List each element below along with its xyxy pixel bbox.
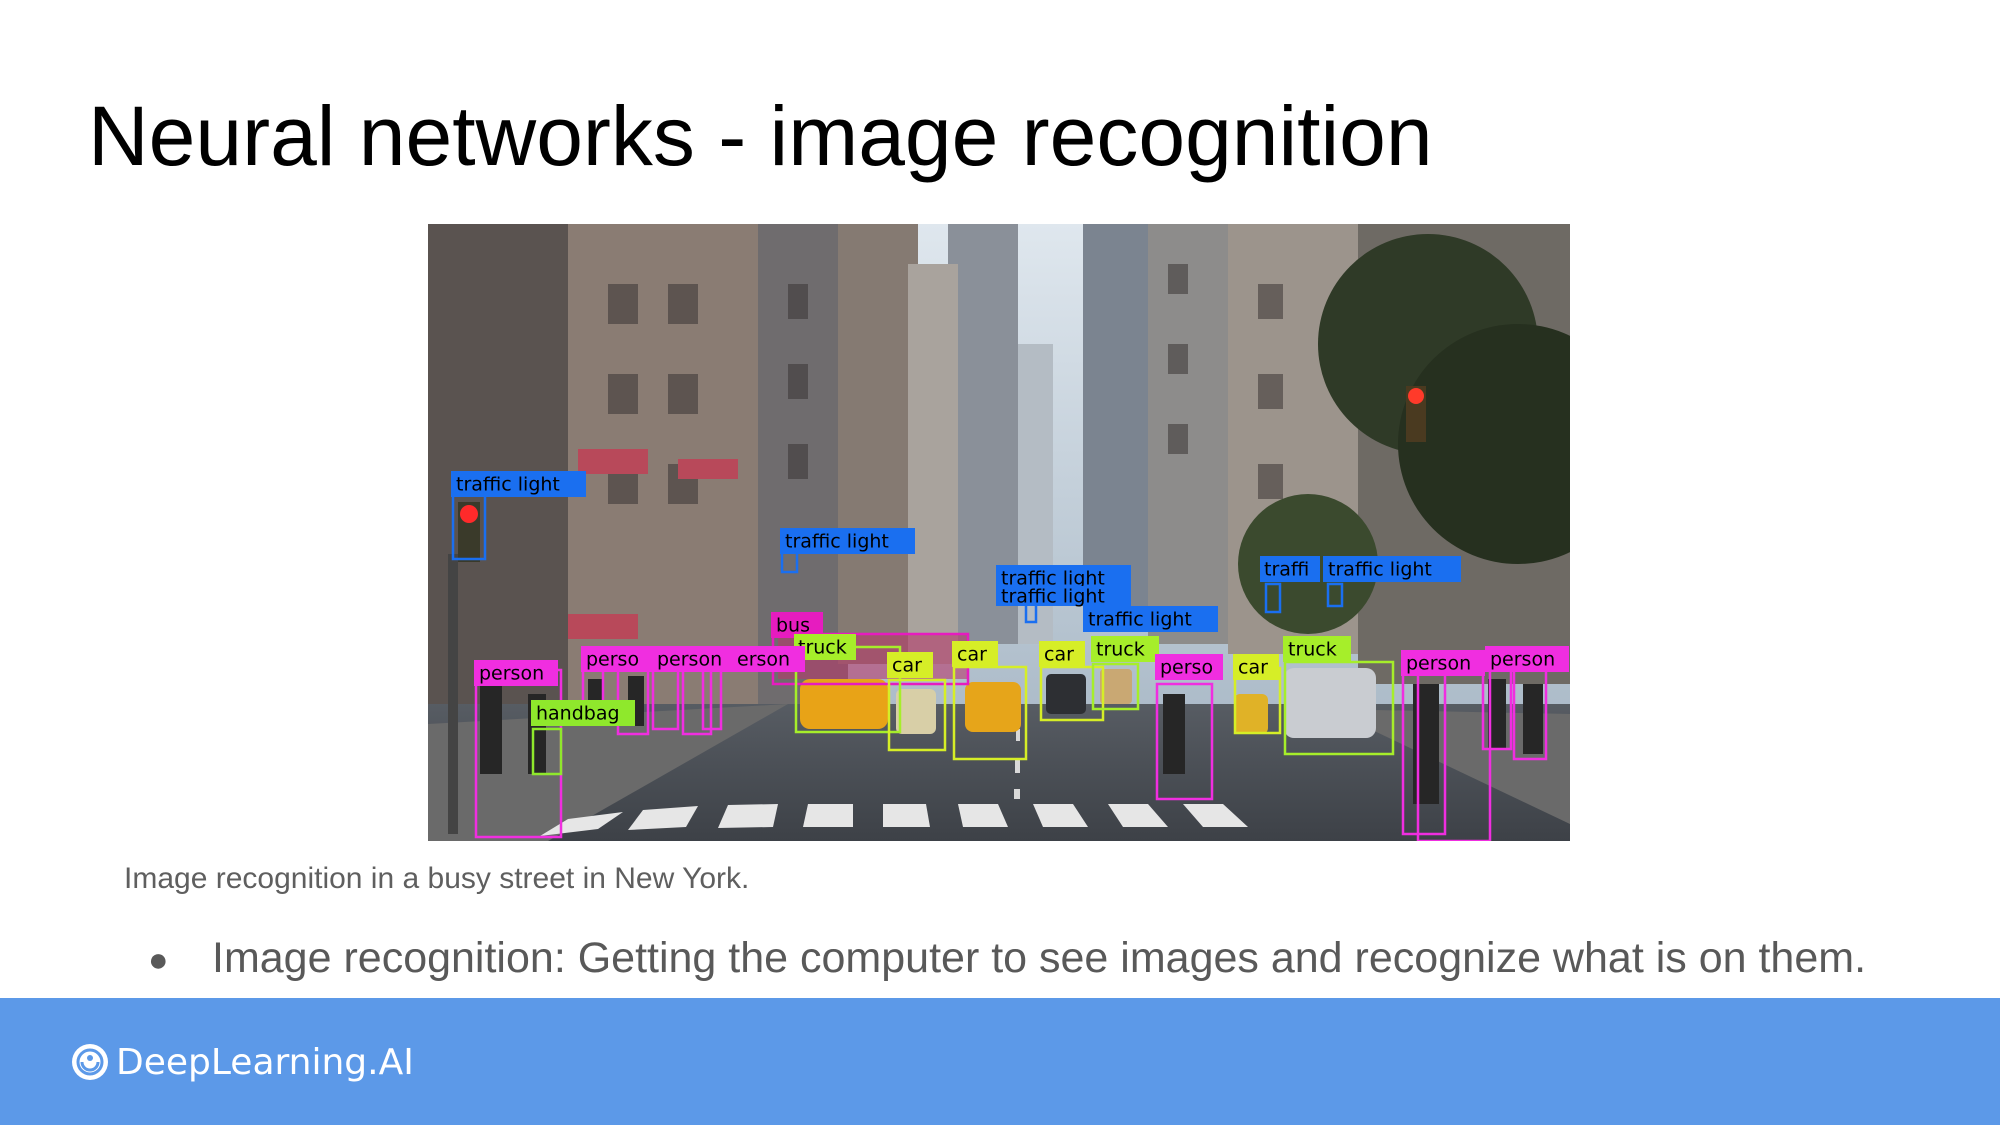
svg-text:truck: truck — [1096, 639, 1145, 661]
svg-text:traffic light: traffic light — [1001, 586, 1105, 608]
det-label-traffic-light-6: traffi — [1260, 556, 1320, 582]
brand-logo: DeepLearning.AI — [70, 1040, 414, 1084]
det-label-car-4: car — [1233, 654, 1279, 680]
svg-text:person: person — [657, 649, 722, 671]
svg-text:traffic light: traffic light — [1088, 609, 1192, 631]
svg-text:truck: truck — [798, 637, 847, 659]
det-label-traffic-light-7: traffic light — [1323, 556, 1461, 582]
svg-text:perso: perso — [586, 649, 639, 671]
bullet-dot-icon: ● — [148, 941, 169, 980]
det-label-traffic-light-2: traffic light — [780, 528, 915, 554]
svg-text:perso: perso — [1160, 657, 1213, 679]
svg-text:person: person — [479, 663, 544, 685]
det-label-car-3: car — [1039, 641, 1085, 667]
det-label-person-1: person — [474, 660, 558, 686]
det-label-person-3: person — [653, 646, 737, 672]
svg-text:car: car — [1044, 644, 1074, 666]
svg-text:truck: truck — [1288, 639, 1337, 661]
street-scene: traffic light traffic light traffic ligh… — [428, 224, 1570, 841]
slide-title: Neural networks - image recognition — [88, 89, 1433, 183]
svg-text:car: car — [957, 644, 987, 666]
svg-text:traffi: traffi — [1264, 559, 1309, 581]
svg-text:traffic light: traffic light — [785, 531, 889, 553]
svg-text:car: car — [892, 655, 922, 677]
det-label-person-5: perso — [1155, 654, 1223, 680]
det-label-truck-2: truck — [1091, 636, 1159, 662]
det-label-person-2: perso — [581, 646, 653, 672]
bullet-item: ● Image recognition: Getting the computer… — [148, 934, 1866, 983]
svg-text:handbag: handbag — [536, 703, 620, 725]
image-caption: Image recognition in a busy street in Ne… — [124, 862, 750, 895]
det-label-car-1: car — [887, 652, 933, 678]
det-label-person-6: person — [1401, 650, 1485, 676]
det-label-handbag: handbag — [531, 700, 635, 726]
deeplearning-logo-icon — [72, 1044, 108, 1080]
det-label-traffic-light-5: traffic light — [1083, 606, 1218, 632]
svg-text:traffic light: traffic light — [1328, 559, 1432, 581]
street-detection-photo: traffic light traffic light traffic ligh… — [428, 224, 1570, 841]
svg-text:bus: bus — [776, 615, 810, 637]
det-label-truck-3: truck — [1283, 636, 1351, 662]
footer-bar: DeepLearning.AI — [0, 998, 2000, 1125]
svg-text:car: car — [1238, 657, 1268, 679]
det-label-person-4: erson — [733, 646, 805, 672]
svg-text:person: person — [1406, 653, 1471, 675]
det-label-traffic-light-1: traffic light — [451, 471, 586, 497]
brand-name: DeepLearning.AI — [116, 1041, 414, 1083]
svg-text:traffic light: traffic light — [456, 474, 560, 496]
bullet-text: Image recognition: Getting the computer … — [212, 934, 1867, 982]
svg-text:person: person — [1490, 649, 1555, 671]
svg-text:erson: erson — [737, 649, 790, 671]
det-label-car-2: car — [952, 641, 998, 667]
det-label-person-7: person — [1485, 646, 1569, 672]
det-label-traffic-light-4: traffic light — [996, 586, 1131, 608]
